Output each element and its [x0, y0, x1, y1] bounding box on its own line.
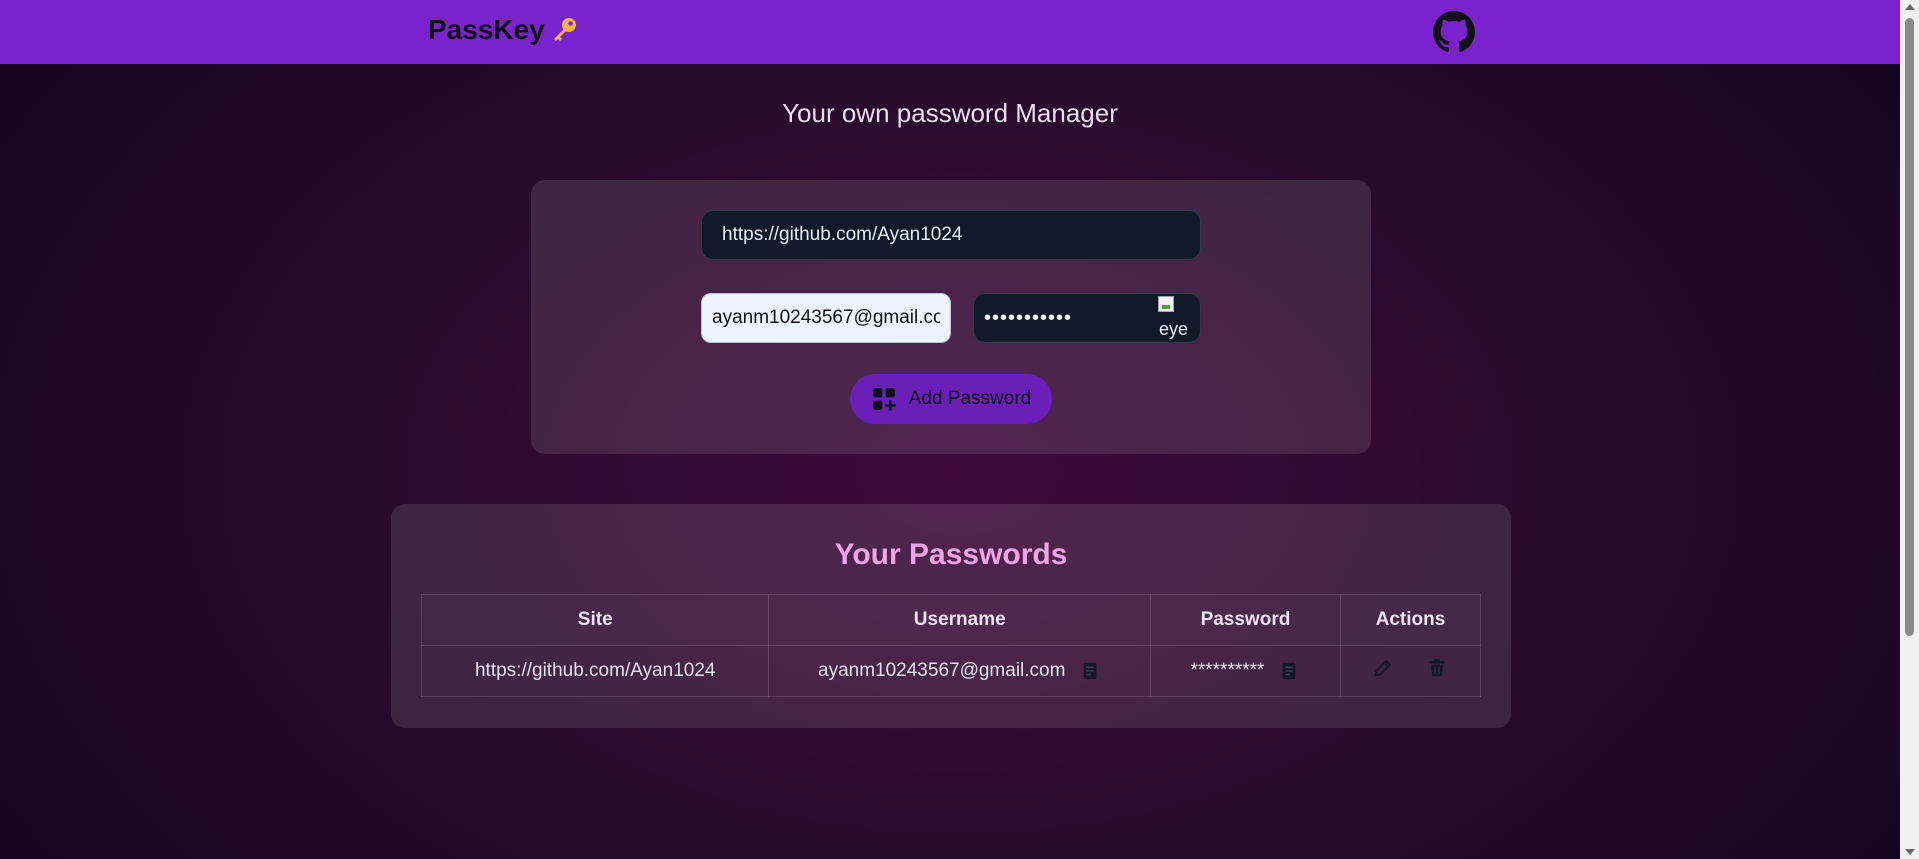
username-input[interactable] — [701, 293, 951, 343]
passwords-table: Site Username Password Actions https://g… — [420, 594, 1482, 697]
username-value: ayanm10243567@gmail.com — [818, 660, 1066, 681]
scroll-up-arrow-icon[interactable] — [1905, 4, 1915, 10]
table-row: https://github.com/Ayan1024 ayanm1024356… — [420, 645, 1482, 697]
vertical-scrollbar[interactable] — [1900, 0, 1919, 859]
site-cell: https://github.com/Ayan1024 — [420, 645, 770, 697]
brand-logo[interactable]: PassKey — [428, 14, 581, 46]
edit-icon[interactable] — [1372, 657, 1394, 679]
password-field[interactable]: eye — [973, 293, 1201, 343]
password-masked-value: ********** — [1190, 660, 1265, 681]
broken-image-icon — [1158, 296, 1174, 312]
navbar: PassKey — [0, 0, 1900, 64]
passwords-panel: Your Passwords Site Username Password Ac… — [391, 504, 1511, 728]
passwords-title: Your Passwords — [834, 538, 1068, 571]
password-input[interactable] — [974, 294, 1154, 342]
delete-icon[interactable] — [1426, 657, 1448, 679]
password-form: eye Add Password — [531, 180, 1371, 454]
add-password-label: Add Password — [908, 388, 1032, 409]
key-icon — [553, 18, 576, 41]
scroll-down-arrow-icon[interactable] — [1905, 849, 1915, 855]
column-header-actions: Actions — [1339, 594, 1482, 646]
github-icon[interactable] — [1433, 11, 1475, 53]
eye-icon[interactable]: eye — [1158, 296, 1198, 340]
copy-username-icon[interactable] — [1079, 660, 1101, 682]
eye-alt-text: eye — [1159, 319, 1189, 339]
password-cell: ********** — [1150, 645, 1341, 697]
username-cell: ayanm10243567@gmail.com — [768, 645, 1152, 697]
add-password-button[interactable]: Add Password — [850, 374, 1052, 424]
site-url-input[interactable] — [701, 210, 1201, 260]
column-header-password: Password — [1150, 594, 1341, 646]
tagline: Your own password Manager — [782, 98, 1118, 128]
brand-name: PassKey — [428, 14, 545, 45]
copy-password-icon[interactable] — [1278, 660, 1300, 682]
table-header-row: Site Username Password Actions — [420, 594, 1482, 646]
site-link[interactable]: https://github.com/Ayan1024 — [475, 660, 715, 681]
actions-cell — [1339, 645, 1482, 697]
column-header-site: Site — [420, 594, 770, 646]
add-grid-icon — [872, 388, 896, 411]
scrollbar-thumb[interactable] — [1905, 18, 1914, 636]
column-header-username: Username — [768, 594, 1152, 646]
